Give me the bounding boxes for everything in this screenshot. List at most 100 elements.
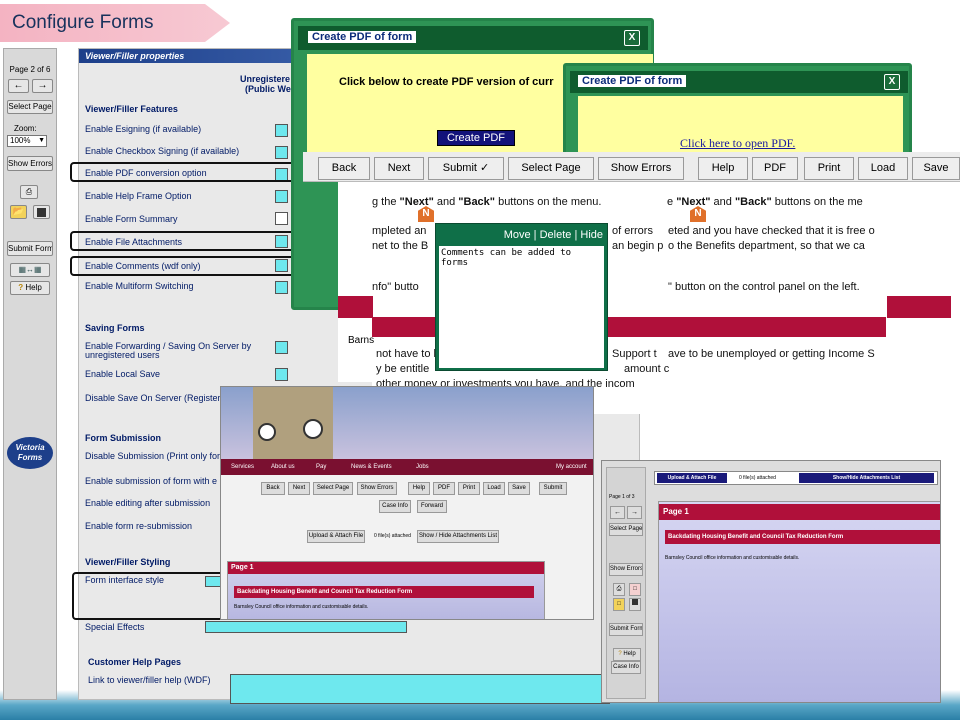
highlight-pdf-conversion	[70, 162, 304, 182]
site-page-header: Page 1	[228, 562, 544, 574]
form-line-6b: amount c	[624, 363, 670, 375]
framed-open-button[interactable]: □	[613, 598, 625, 611]
feature-checkbox-signing: Enable Checkbox Signing (if available)	[85, 146, 240, 156]
title-tab: Configure Forms	[0, 4, 230, 42]
site-showhide-button[interactable]: Show / Hide Attachments List	[417, 530, 499, 543]
site-submit-button[interactable]: Submit	[539, 482, 567, 495]
framed-case-info[interactable]: Case Info	[611, 661, 641, 674]
help-button-top[interactable]: Help	[698, 157, 748, 180]
dialog-message: Click below to create PDF version of cur…	[339, 76, 554, 88]
form-line-5a: not have to b	[376, 348, 440, 360]
comment-text: Comments can be added to forms	[441, 248, 572, 268]
zoom-label: Zoom:	[14, 124, 37, 133]
site-forward-button[interactable]: Forward	[417, 500, 447, 513]
dialog-close-button[interactable]: X	[624, 30, 640, 46]
checkbox-local-save[interactable]	[275, 368, 288, 381]
comment-toolbar: Move | Delete | Hide	[504, 229, 603, 241]
site-next-button[interactable]: Next	[288, 482, 310, 495]
nav-services[interactable]: Services	[231, 459, 254, 475]
back-button[interactable]: Back	[318, 157, 370, 180]
comment-delete-button[interactable]: Delete	[540, 229, 572, 241]
site-load-button[interactable]: Load	[483, 482, 505, 495]
framed-prev-button[interactable]: ←	[610, 506, 625, 519]
site-back-button[interactable]: Back	[261, 482, 285, 495]
comment-textarea[interactable]: Comments can be added to forms	[439, 246, 604, 368]
site-case-info-button[interactable]: Case Info	[379, 500, 411, 513]
nav-news[interactable]: News & Events	[351, 459, 392, 475]
help-button[interactable]: ? Help	[10, 281, 50, 295]
highlight-file-attachments	[70, 231, 304, 251]
help-link-field[interactable]	[230, 674, 610, 704]
create-pdf-button[interactable]: Create PDF	[437, 130, 515, 146]
brand-line2: Forms	[17, 453, 43, 462]
nav-account[interactable]: My account	[556, 459, 587, 475]
open-pdf-link[interactable]: Click here to open PDF.	[680, 136, 795, 151]
framed-select-page[interactable]: Select Page	[609, 523, 643, 536]
show-errors-button-top[interactable]: Show Errors	[598, 157, 684, 180]
site-pdf-button[interactable]: PDF	[433, 482, 455, 495]
dialog-title: Create PDF of form	[308, 31, 417, 43]
framed-save-button[interactable]	[629, 598, 641, 611]
framed-showhide-button[interactable]: Show/Hide Attachments List	[799, 473, 934, 483]
dialog-titlebar: Create PDF of form X	[298, 26, 648, 50]
framed-show-errors[interactable]: Show Errors	[609, 563, 643, 576]
saving-forwarding-line2: unregistered users	[85, 350, 160, 360]
saving-disable-server: Disable Save On Server (Register	[85, 393, 221, 403]
site-show-errors-button[interactable]: Show Errors	[357, 482, 397, 495]
select-page-button[interactable]: Select Page	[7, 100, 53, 114]
nav-about[interactable]: About us	[271, 459, 295, 475]
checkbox-forwarding[interactable]	[275, 341, 288, 354]
submit-form-button[interactable]: Submit Form	[7, 241, 53, 256]
save-disk-button[interactable]	[33, 205, 50, 219]
load-button[interactable]: Load	[858, 157, 908, 180]
framed-upload-bar: Upload & Attach File 0 file(s) attached …	[654, 471, 938, 485]
submission-disable: Disable Submission (Print only for	[85, 451, 221, 461]
submit-button[interactable]: Submit ✓	[428, 157, 504, 180]
form-line-4a: nfo" butto	[372, 281, 419, 293]
special-effects-field[interactable]	[205, 621, 407, 633]
clock-tower-image	[253, 387, 333, 459]
site-print-button[interactable]: Print	[458, 482, 480, 495]
checkbox-checkbox-signing[interactable]	[275, 146, 288, 159]
checkbox-multiform[interactable]	[275, 281, 288, 294]
features-heading: Viewer/Filler Features	[85, 104, 178, 114]
zoom-select[interactable]: 100% ▼	[7, 135, 47, 147]
select-page-button-top[interactable]: Select Page	[508, 157, 594, 180]
nav-jobs[interactable]: Jobs	[416, 459, 429, 475]
framed-print-button[interactable]: ⎙	[613, 583, 625, 596]
comment-move-button[interactable]: Move	[504, 229, 531, 241]
site-save-button[interactable]: Save	[508, 482, 530, 495]
show-errors-button[interactable]: Show Errors	[7, 156, 53, 171]
site-help-button[interactable]: Help	[408, 482, 430, 495]
summary-button[interactable]: ▦↔▦	[10, 263, 50, 277]
framed-help-button[interactable]: ? Help	[613, 648, 641, 661]
page-indicator: Page 2 of 6	[9, 65, 51, 74]
site-select-page-button[interactable]: Select Page	[313, 482, 353, 495]
print-button-top[interactable]: Print	[804, 157, 854, 180]
next-button[interactable]: Next	[374, 157, 424, 180]
dialog2-close-button[interactable]: X	[884, 74, 900, 90]
prev-page-button[interactable]: ←	[8, 79, 29, 93]
chevron-down-icon: ▼	[38, 137, 45, 144]
checkbox-esigning[interactable]	[275, 124, 288, 137]
submission-heading: Form Submission	[85, 433, 162, 443]
print-button[interactable]: ⎙	[20, 185, 38, 199]
next-page-button[interactable]: →	[32, 79, 53, 93]
framed-pdf-button[interactable]: □	[629, 583, 641, 596]
framed-next-button[interactable]: →	[627, 506, 642, 519]
site-upload-button[interactable]: Upload & Attach File	[307, 530, 365, 543]
feature-form-summary: Enable Form Summary	[85, 214, 178, 224]
comment-sep-1: |	[533, 229, 537, 241]
checkbox-form-summary[interactable]	[275, 212, 288, 225]
checkbox-help-frame[interactable]	[275, 190, 288, 203]
framed-upload-button[interactable]: Upload & Attach File	[657, 473, 727, 483]
save-button[interactable]: Save	[912, 157, 960, 180]
pdf-button[interactable]: PDF	[752, 157, 798, 180]
swap-pages-icon: ▦↔▦	[18, 265, 42, 274]
nav-pay[interactable]: Pay	[316, 459, 326, 475]
open-button[interactable]: 📂	[10, 205, 27, 219]
form-line-5b: Support t	[612, 348, 657, 360]
comment-hide-button[interactable]: Hide	[580, 229, 603, 241]
framed-side-panel: ← → Page 1 of 3 Select Page Show Errors …	[606, 467, 646, 699]
framed-submit-form[interactable]: Submit Form	[609, 623, 643, 636]
